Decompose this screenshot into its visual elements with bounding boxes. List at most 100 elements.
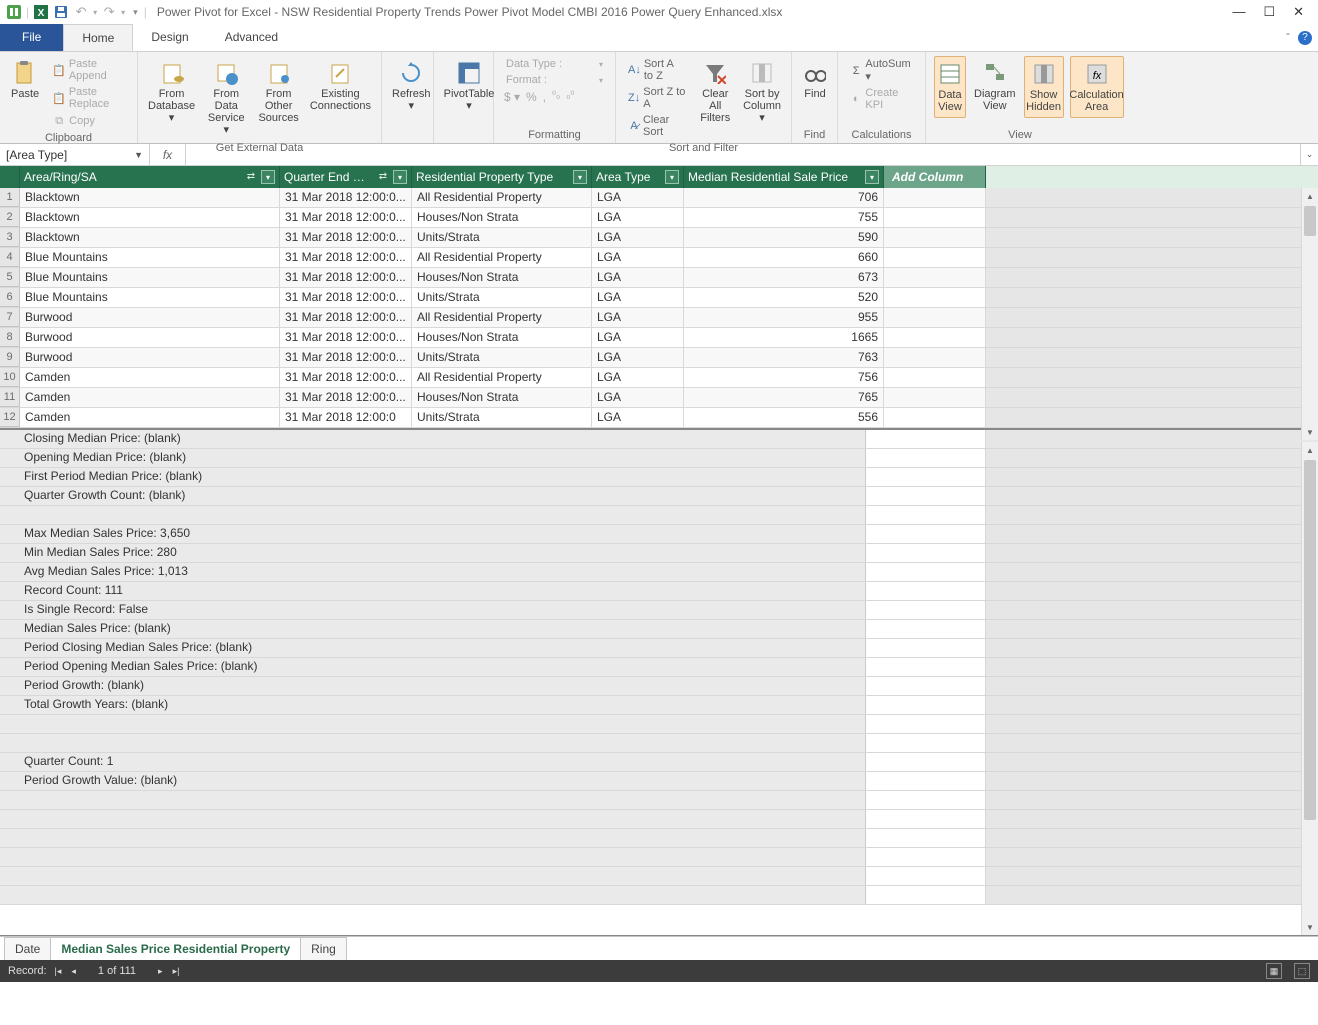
row-number[interactable]: 6 [0, 288, 20, 307]
measure-cell2[interactable] [866, 601, 986, 619]
measure-cell[interactable]: Max Median Sales Price: 3,650 [0, 525, 866, 543]
scrollbar-thumb[interactable] [1304, 206, 1316, 236]
diagram-view-button[interactable]: DiagramView [972, 56, 1018, 116]
paste-button[interactable]: Paste [8, 56, 42, 104]
measure-row[interactable]: Quarter Growth Count: (blank) [0, 487, 1318, 506]
cell-property-type[interactable]: All Residential Property [412, 188, 592, 207]
find-button[interactable]: Find [800, 56, 830, 104]
cell-area-type[interactable]: LGA [592, 408, 684, 427]
table-row[interactable]: 11Camden31 Mar 2018 12:00:0...Houses/Non… [0, 388, 1318, 408]
pivottable-button[interactable]: PivotTable ▾ [442, 56, 496, 116]
measure-row[interactable]: Closing Median Price: (blank) [0, 430, 1318, 449]
measure-cell2[interactable] [866, 867, 986, 885]
cell-quarter[interactable]: 31 Mar 2018 12:00:0... [280, 388, 412, 407]
measure-row[interactable] [0, 810, 1318, 829]
sheet-tab-date[interactable]: Date [4, 937, 51, 960]
table-row[interactable]: 9Burwood31 Mar 2018 12:00:0...Units/Stra… [0, 348, 1318, 368]
measure-row[interactable]: Record Count: 111 [0, 582, 1318, 601]
help-icon[interactable]: ? [1298, 31, 1312, 45]
cell-median[interactable]: 673 [684, 268, 884, 287]
percent-button[interactable]: % [526, 90, 537, 104]
undo-dd[interactable]: ▾ [93, 8, 97, 17]
measure-cell2[interactable] [866, 734, 986, 752]
cell-add[interactable] [884, 348, 986, 367]
sheet-tab-ring[interactable]: Ring [300, 937, 347, 960]
scroll-down-icon[interactable]: ▼ [1302, 424, 1318, 440]
row-number[interactable]: 10 [0, 368, 20, 387]
cell-add[interactable] [884, 208, 986, 227]
measure-row[interactable] [0, 791, 1318, 810]
table-row[interactable]: 6Blue Mountains31 Mar 2018 12:00:0...Uni… [0, 288, 1318, 308]
measure-cell[interactable]: First Period Median Price: (blank) [0, 468, 866, 486]
cell-median[interactable]: 1665 [684, 328, 884, 347]
table-row[interactable]: 4Blue Mountains31 Mar 2018 12:00:0...All… [0, 248, 1318, 268]
grid-view-icon[interactable]: ▦ [1266, 963, 1282, 979]
sheet-tab-median[interactable]: Median Sales Price Residential Property [50, 937, 301, 960]
decrease-decimal-icon[interactable]: ₀⁰ [566, 90, 574, 104]
measure-cell2[interactable] [866, 563, 986, 581]
measure-cell2[interactable] [866, 525, 986, 543]
cell-median[interactable]: 660 [684, 248, 884, 267]
measure-cell2[interactable] [866, 449, 986, 467]
col-area[interactable]: Area/Ring/SA ⇄▾ [20, 166, 280, 188]
measure-cell[interactable] [0, 506, 866, 524]
measure-row[interactable]: Period Growth Value: (blank) [0, 772, 1318, 791]
table-row[interactable]: 12Camden31 Mar 2018 12:00:0Units/StrataL… [0, 408, 1318, 428]
measure-cell[interactable] [0, 734, 866, 752]
cell-quarter[interactable]: 31 Mar 2018 12:00:0... [280, 288, 412, 307]
filter-icon[interactable]: ▾ [261, 170, 275, 184]
measure-cell2[interactable] [866, 696, 986, 714]
cell-area[interactable]: Blue Mountains [20, 288, 280, 307]
formula-expand-icon[interactable]: ⌄ [1300, 144, 1318, 165]
sort-by-column-button[interactable]: Sort byColumn ▾ [741, 56, 783, 128]
cell-area[interactable]: Blacktown [20, 228, 280, 247]
cell-quarter[interactable]: 31 Mar 2018 12:00:0... [280, 368, 412, 387]
col-median-price[interactable]: Median Residential Sale Price▾ [684, 166, 884, 188]
tab-advanced[interactable]: Advanced [207, 24, 296, 51]
measure-cell2[interactable] [866, 886, 986, 904]
table-row[interactable]: 10Camden31 Mar 2018 12:00:0...All Reside… [0, 368, 1318, 388]
create-kpi-button[interactable]: ◐Create KPI [846, 85, 917, 113]
measure-cell[interactable]: Total Growth Years: (blank) [0, 696, 866, 714]
table-row[interactable]: 3Blacktown31 Mar 2018 12:00:0...Units/St… [0, 228, 1318, 248]
sort-az-button[interactable]: A↓Sort A to Z [624, 56, 689, 84]
measure-cell2[interactable] [866, 582, 986, 600]
cell-quarter[interactable]: 31 Mar 2018 12:00:0... [280, 188, 412, 207]
col-area-type[interactable]: Area Type▾ [592, 166, 684, 188]
cell-area-type[interactable]: LGA [592, 388, 684, 407]
measure-cell[interactable] [0, 829, 866, 847]
redo-icon[interactable]: ↷ [101, 4, 117, 20]
cell-property-type[interactable]: All Residential Property [412, 308, 592, 327]
measure-cell[interactable]: Record Count: 111 [0, 582, 866, 600]
measure-row[interactable]: Median Sales Price: (blank) [0, 620, 1318, 639]
cell-property-type[interactable]: Houses/Non Strata [412, 388, 592, 407]
measure-cell[interactable] [0, 791, 866, 809]
increase-decimal-icon[interactable]: ⁰₀ [552, 90, 560, 104]
data-type-dropdown[interactable]: Data Type :▾ [502, 56, 607, 72]
sort-za-button[interactable]: Z↓Sort Z to A [624, 84, 689, 112]
cell-quarter[interactable]: 31 Mar 2018 12:00:0... [280, 248, 412, 267]
measure-cell[interactable] [0, 715, 866, 733]
nav-prev-icon[interactable]: ◂ [71, 966, 76, 977]
cell-property-type[interactable]: Houses/Non Strata [412, 268, 592, 287]
filter-icon[interactable]: ▾ [573, 170, 587, 184]
cell-median[interactable]: 756 [684, 368, 884, 387]
measure-cell[interactable]: Avg Median Sales Price: 1,013 [0, 563, 866, 581]
measure-cell[interactable]: Closing Median Price: (blank) [0, 430, 866, 448]
cell-add[interactable] [884, 188, 986, 207]
clear-sort-button[interactable]: A̷Clear Sort [624, 112, 689, 140]
redo-dd[interactable]: ▾ [121, 8, 125, 17]
measure-cell2[interactable] [866, 772, 986, 790]
nav-last-icon[interactable]: ▸| [173, 966, 180, 977]
cell-property-type[interactable]: All Residential Property [412, 368, 592, 387]
comma-button[interactable]: , [543, 90, 546, 104]
cell-median[interactable]: 706 [684, 188, 884, 207]
nav-next-icon[interactable]: ▸ [158, 966, 163, 977]
measure-cell2[interactable] [866, 468, 986, 486]
cell-area-type[interactable]: LGA [592, 348, 684, 367]
cell-median[interactable]: 955 [684, 308, 884, 327]
undo-icon[interactable]: ↶ [73, 4, 89, 20]
scroll-up-icon[interactable]: ▲ [1302, 442, 1318, 458]
copy-button[interactable]: ⧉Copy [48, 112, 129, 130]
table-row[interactable]: 2Blacktown31 Mar 2018 12:00:0...Houses/N… [0, 208, 1318, 228]
